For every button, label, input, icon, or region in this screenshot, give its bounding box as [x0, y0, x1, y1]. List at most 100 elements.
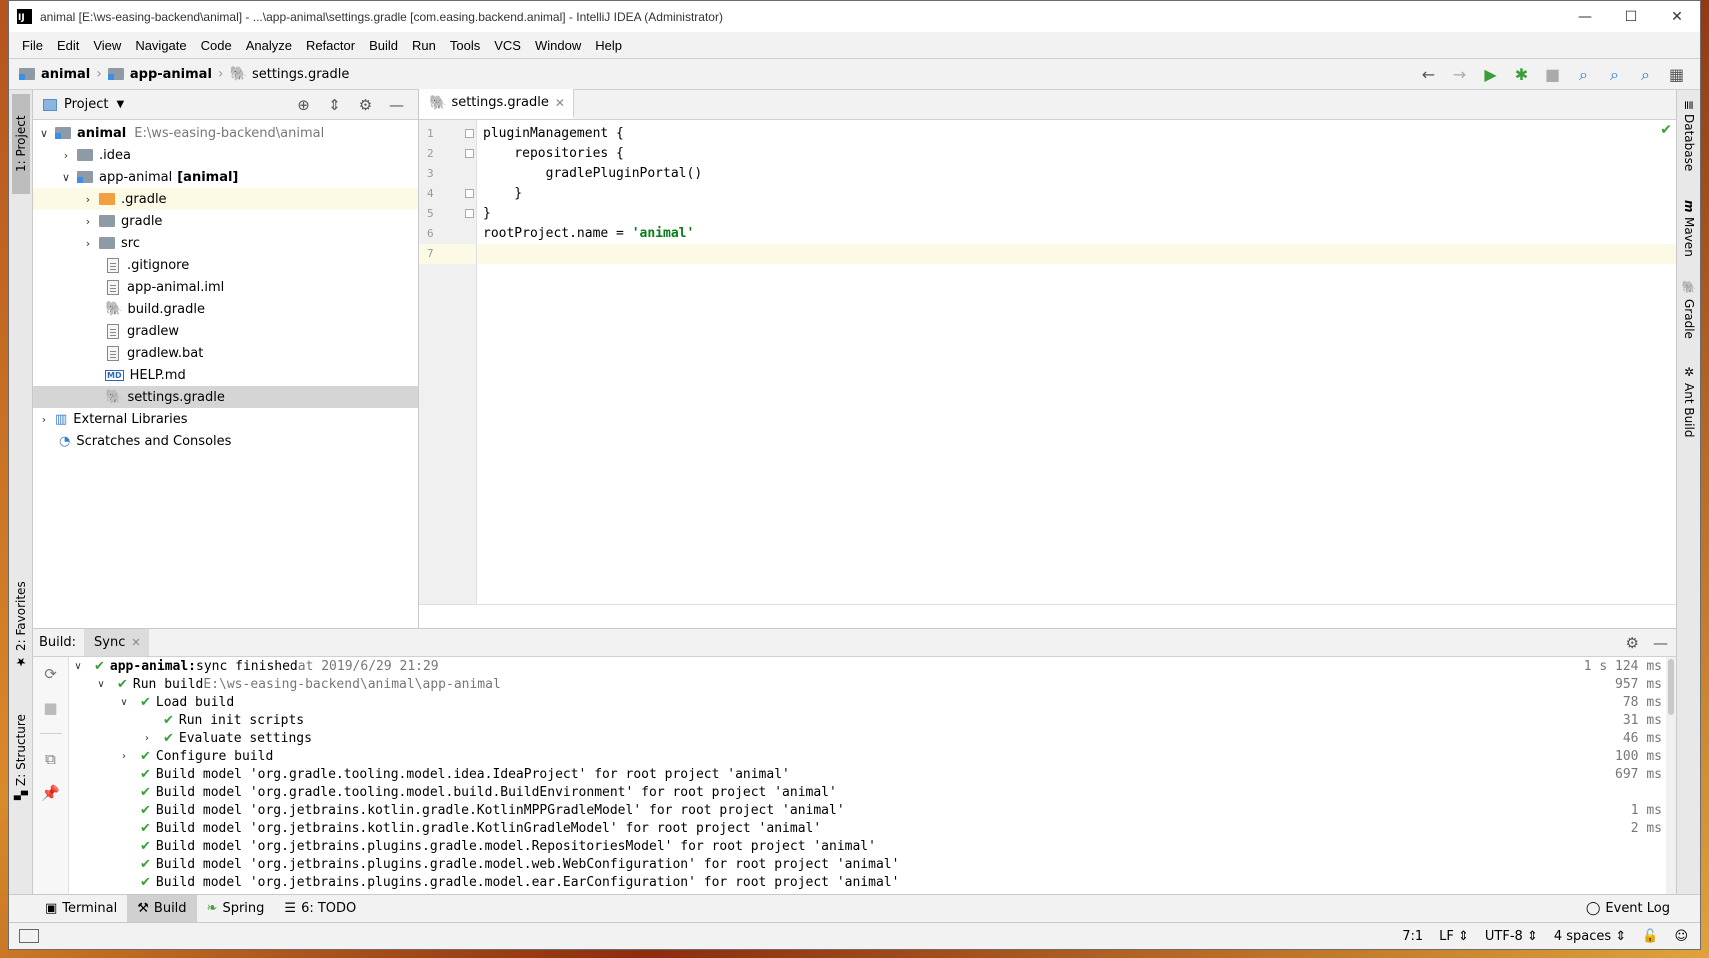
search-everywhere-icon[interactable]: ⌕ — [1630, 59, 1661, 90]
build-row[interactable]: ∨ ✔ Run build E:\ws-easing-backend\anima… — [69, 676, 1676, 694]
indent-widget[interactable]: 4 spaces ⇕ — [1554, 929, 1626, 944]
stop-icon[interactable]: ■ — [43, 699, 57, 717]
maximize-button[interactable]: ☐ — [1608, 1, 1654, 32]
gear-icon[interactable]: ⚙ — [1626, 634, 1639, 652]
tree-item-root[interactable]: ∨ animal E:\ws-easing-backend\animal — [33, 122, 418, 144]
tree-item-gradlew-bat[interactable]: gradlew.bat — [33, 342, 418, 364]
gear-icon[interactable]: ⚙ — [350, 96, 381, 114]
menu-build[interactable]: Build — [362, 38, 405, 53]
chevron-right-icon[interactable]: › — [81, 193, 95, 206]
tab-sync[interactable]: Sync ✕ — [84, 629, 149, 656]
tree-item-dot-gradle[interactable]: › .gradle — [33, 188, 418, 210]
menu-window[interactable]: Window — [528, 38, 588, 53]
breadcrumb-root[interactable]: animal — [19, 67, 90, 82]
build-scrollbar[interactable] — [1666, 657, 1676, 894]
inspector-face-icon[interactable]: ☺ — [1674, 929, 1688, 944]
locate-target-icon[interactable]: ⊕ — [288, 96, 319, 114]
project-view-selector[interactable]: Project — [64, 97, 108, 112]
menu-refactor[interactable]: Refactor — [299, 38, 362, 53]
menu-vcs[interactable]: VCS — [487, 38, 528, 53]
tab-event-log[interactable]: ◯ Event Log — [1586, 895, 1670, 922]
encoding-widget[interactable]: UTF-8 ⇕ — [1485, 929, 1538, 944]
tree-item-settings-gradle[interactable]: 🐘 settings.gradle — [33, 386, 418, 408]
menu-edit[interactable]: Edit — [50, 38, 86, 53]
menu-view[interactable]: View — [86, 38, 128, 53]
hide-minus-icon[interactable]: — — [381, 96, 412, 114]
tree-item-iml[interactable]: app-animal.iml — [33, 276, 418, 298]
tree-item-build-gradle[interactable]: 🐘 build.gradle — [33, 298, 418, 320]
build-row[interactable]: ✔ Build model 'org.gradle.tooling.model.… — [69, 784, 1676, 802]
tab-spring[interactable]: ❧ Spring — [197, 895, 275, 922]
build-row[interactable]: ✔ Build model 'org.jetbrains.plugins.gra… — [69, 856, 1676, 874]
menu-tools[interactable]: Tools — [443, 38, 487, 53]
search-structural-icon[interactable]: ⌕ — [1599, 59, 1630, 90]
chevron-down-icon[interactable]: ∨ — [59, 171, 73, 184]
tab-todo[interactable]: ☰ 6: TODO — [274, 895, 366, 922]
tree-item-src[interactable]: › src — [33, 232, 418, 254]
breadcrumb-file[interactable]: 🐘 settings.gradle — [230, 66, 350, 82]
build-row[interactable]: ∨ ✔ Load build 78 ms — [69, 694, 1676, 712]
toggle-view-icon[interactable]: ⧉ — [45, 750, 56, 768]
tree-item-external-libraries[interactable]: › ▥ External Libraries — [33, 408, 418, 430]
build-row[interactable]: ✔ Build model 'org.jetbrains.kotlin.grad… — [69, 820, 1676, 838]
tab-structure[interactable]: ▚ Z: Structure — [12, 702, 30, 812]
tab-favorites[interactable]: ★ 2: Favorites — [12, 570, 30, 680]
menu-file[interactable]: File — [15, 38, 50, 53]
tree-item-gitignore[interactable]: .gitignore — [33, 254, 418, 276]
tool-windows-toggle-icon[interactable] — [19, 929, 39, 943]
minimize-button[interactable]: — — [1562, 1, 1608, 32]
editor-tab-settings-gradle[interactable]: 🐘 settings.gradle ✕ — [419, 89, 574, 119]
close-tab-icon[interactable]: ✕ — [555, 96, 565, 110]
scrollbar-thumb[interactable] — [1668, 659, 1674, 715]
chevron-right-icon[interactable]: › — [81, 215, 95, 228]
chevron-down-icon[interactable]: ∨ — [94, 676, 108, 694]
menu-code[interactable]: Code — [194, 38, 239, 53]
fold-marker-icon[interactable] — [465, 129, 474, 138]
build-row[interactable]: ✔ Build model 'org.jetbrains.plugins.gra… — [69, 838, 1676, 856]
tree-item-gradlew[interactable]: gradlew — [33, 320, 418, 342]
search-icon[interactable]: ⌕ — [1568, 59, 1599, 90]
build-row[interactable]: ✔ Build model 'org.gradle.tooling.model.… — [69, 766, 1676, 784]
run-icon[interactable]: ▶ — [1475, 59, 1506, 90]
breadcrumb-module[interactable]: app-animal — [107, 67, 212, 82]
tab-terminal[interactable]: ▣ Terminal — [35, 895, 127, 922]
menu-analyze[interactable]: Analyze — [239, 38, 299, 53]
tree-item-scratches[interactable]: ◔ Scratches and Consoles — [33, 430, 418, 452]
tab-gradle[interactable]: 🐘 Gradle — [1680, 280, 1698, 360]
pin-icon[interactable]: 📌 — [41, 784, 60, 802]
chevron-right-icon[interactable]: › — [140, 730, 154, 748]
fold-marker-icon[interactable] — [465, 209, 474, 218]
build-row[interactable]: › ✔ Evaluate settings 46 ms — [69, 730, 1676, 748]
fold-marker-icon[interactable] — [465, 189, 474, 198]
lock-icon[interactable]: 🔓 — [1642, 929, 1658, 944]
build-row[interactable]: ✔ Build model 'org.jetbrains.plugins.gra… — [69, 874, 1676, 892]
chevron-right-icon[interactable]: › — [117, 748, 131, 766]
sync-refresh-icon[interactable]: ⟳ — [44, 665, 57, 683]
tree-item-idea[interactable]: › .idea — [33, 144, 418, 166]
line-separator-widget[interactable]: LF ⇕ — [1439, 929, 1469, 944]
chevron-down-icon[interactable]: ▼ — [116, 99, 124, 110]
chevron-down-icon[interactable]: ∨ — [71, 658, 85, 676]
tree-item-help-md[interactable]: MD HELP.md — [33, 364, 418, 386]
menu-help[interactable]: Help — [588, 38, 629, 53]
menu-navigate[interactable]: Navigate — [128, 38, 193, 53]
build-row[interactable]: › ✔ Configure build 100 ms — [69, 748, 1676, 766]
forward-arrow-icon[interactable]: → — [1444, 59, 1475, 90]
chevron-right-icon[interactable]: › — [81, 237, 95, 250]
debug-bug-icon[interactable]: ✱ — [1506, 59, 1537, 90]
chevron-down-icon[interactable]: ∨ — [117, 694, 131, 712]
tab-ant-build[interactable]: ✲ Ant Build — [1680, 365, 1698, 455]
fold-marker-icon[interactable] — [465, 149, 474, 158]
chevron-right-icon[interactable]: › — [37, 413, 51, 426]
close-tab-icon[interactable]: ✕ — [131, 636, 140, 649]
back-arrow-icon[interactable]: ← — [1413, 59, 1444, 90]
tab-maven[interactable]: m Maven — [1680, 200, 1698, 268]
caret-position[interactable]: 7:1 — [1402, 929, 1423, 944]
tree-item-module[interactable]: ∨ app-animal [animal] — [33, 166, 418, 188]
tree-item-gradle[interactable]: › gradle — [33, 210, 418, 232]
hide-minus-icon[interactable]: — — [1653, 634, 1668, 652]
tab-build[interactable]: ⚒ Build — [127, 895, 197, 922]
build-row[interactable]: ✔ Run init scripts 31 ms — [69, 712, 1676, 730]
build-row[interactable]: ✔ Build model 'org.jetbrains.kotlin.grad… — [69, 802, 1676, 820]
chevron-down-icon[interactable]: ∨ — [37, 127, 51, 140]
